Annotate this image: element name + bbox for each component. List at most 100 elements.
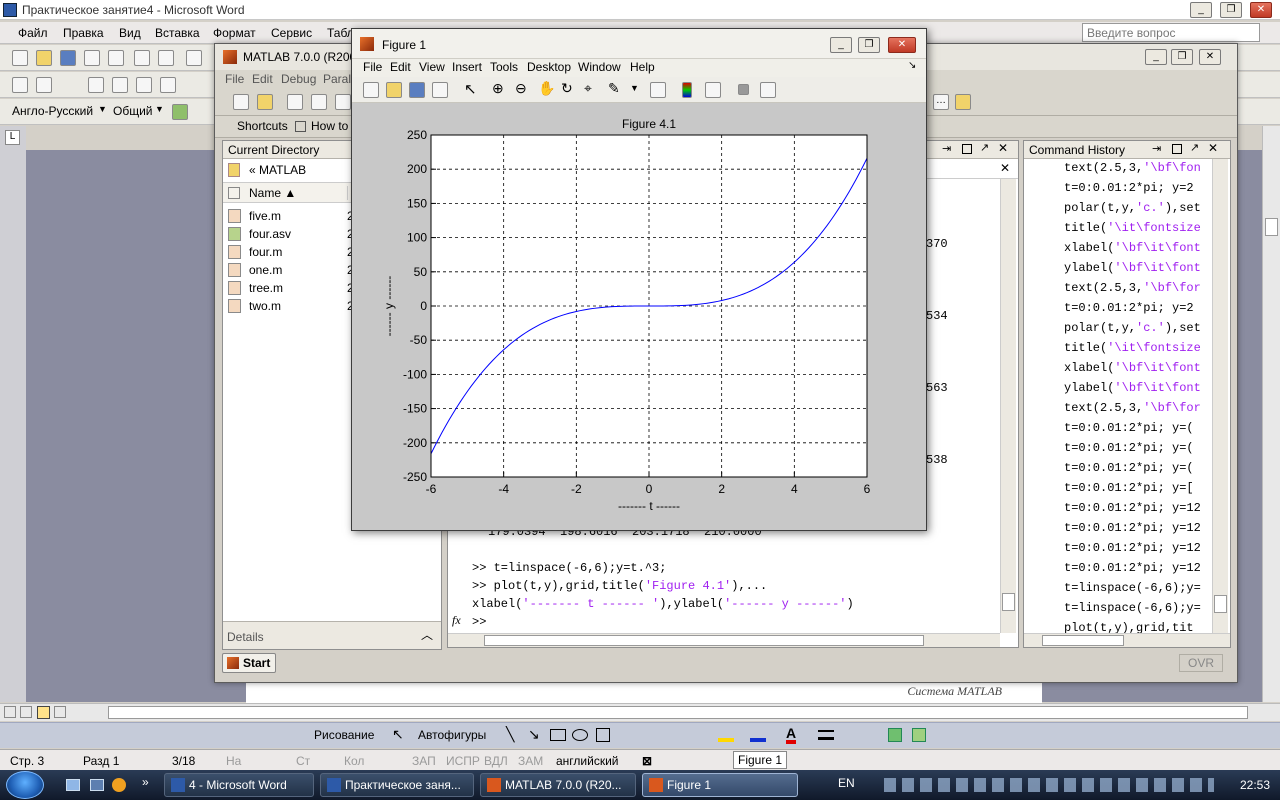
up-folder-icon[interactable] (955, 94, 971, 110)
history-item[interactable]: t=0:0.01:2*pi; y=[ (1064, 481, 1194, 495)
spelling-icon[interactable] (186, 50, 202, 66)
switch-windows-icon[interactable] (90, 779, 104, 791)
combo-field-icon[interactable] (136, 77, 152, 93)
history-item[interactable]: t=linspace(-6,6);y= (1064, 601, 1201, 615)
browse-dots-icon[interactable]: … (933, 94, 949, 110)
shadow-icon[interactable] (888, 728, 902, 742)
word-menu-table[interactable]: Табл (327, 26, 354, 40)
web-view-icon[interactable] (20, 706, 32, 718)
cw-hscroll-thumb[interactable] (484, 635, 924, 646)
status-ext[interactable]: ВДЛ (484, 754, 508, 768)
clock[interactable]: 22:53 (1240, 778, 1270, 792)
name-column-header[interactable]: Name ▲ (249, 186, 296, 200)
history-item[interactable]: t=0:0.01:2*pi; y=( (1064, 441, 1194, 455)
history-item[interactable]: t=0:0.01:2*pi; y=12 (1064, 561, 1201, 575)
command-prompt[interactable]: >> (472, 615, 486, 629)
email-icon[interactable] (108, 50, 124, 66)
history-item[interactable]: t=0:0.01:2*pi; y=12 (1064, 541, 1201, 555)
close-panel-icon[interactable]: ✕ (998, 141, 1008, 155)
zoom-in-icon[interactable]: ⊕ (492, 80, 504, 97)
figure-menu-tools[interactable]: Tools (490, 60, 518, 74)
history-vscroll-thumb[interactable] (1214, 595, 1227, 613)
fill-color-icon[interactable] (718, 728, 734, 742)
colorbar-icon[interactable] (682, 82, 692, 98)
language-indicator[interactable]: EN (838, 776, 855, 790)
taskbar-matlab-button[interactable]: MATLAB 7.0.0 (R20... (480, 773, 636, 797)
word-menu-insert[interactable]: Вставка (155, 26, 200, 40)
cw-vscroll-thumb[interactable] (1002, 593, 1015, 611)
zoom-out-icon[interactable]: ⊖ (515, 80, 527, 97)
word-vscroll-thumb[interactable] (1265, 218, 1278, 236)
legend-icon[interactable] (705, 82, 721, 98)
howto-link[interactable]: How to (311, 119, 348, 133)
word-menu-file[interactable]: Файл (18, 26, 48, 40)
rotate-3d-icon[interactable]: ↻ (561, 80, 573, 97)
taskbar-figure-button[interactable]: Figure 1 (642, 773, 798, 797)
history-item[interactable]: t=0:0.01:2*pi; y=( (1064, 421, 1194, 435)
history-item[interactable]: polar(t,y,'c.'),set (1064, 201, 1201, 215)
pointer-icon[interactable]: ↖ (392, 726, 404, 743)
fig-print-icon[interactable] (432, 82, 448, 98)
pan-icon[interactable]: ✋ (538, 80, 555, 97)
3d-icon[interactable] (912, 728, 926, 742)
figure-canvas[interactable]: -6 -4 -2 0 2 4 6 -250 -200 -150 -100 -50 0 50 100 150 20… (352, 104, 926, 530)
taskbar-word-button[interactable]: 4 - Microsoft Word (164, 773, 314, 797)
matlab-new-icon[interactable] (233, 94, 249, 110)
copy-icon[interactable] (311, 94, 327, 110)
history-item[interactable]: text(2.5,3,'\bf\for (1064, 401, 1201, 415)
new-doc-icon[interactable] (12, 50, 28, 66)
history-item[interactable]: t=0:0.01:2*pi; y=2 (1064, 301, 1194, 315)
save-icon[interactable] (60, 50, 76, 66)
word-maximize-button[interactable]: ❐ (1220, 2, 1242, 18)
line-style-icon[interactable] (818, 730, 834, 740)
status-rec[interactable]: ЗАП (412, 754, 436, 768)
matlab-menu-debug[interactable]: Debug (281, 72, 316, 86)
figure-menu-edit[interactable]: Edit (390, 60, 411, 74)
arrow-icon[interactable]: ↘ (528, 726, 540, 743)
figure-menu-view[interactable]: View (419, 60, 445, 74)
expand-up-icon[interactable]: ︿ (421, 626, 433, 643)
history-maximize-icon[interactable] (1172, 144, 1182, 154)
history-undock-icon[interactable]: ⇥ (1152, 142, 1161, 155)
general-dropdown[interactable]: Общий (113, 104, 153, 118)
figure-close-button[interactable]: ✕ (888, 37, 916, 53)
matlab-menu-edit[interactable]: Edit (252, 72, 273, 86)
cut-icon[interactable] (287, 94, 303, 110)
history-vscroll[interactable] (1212, 159, 1228, 633)
outline-view-icon[interactable] (54, 706, 66, 718)
fx-icon[interactable]: fx (452, 613, 461, 628)
history-item[interactable]: title('\it\fontsize (1064, 221, 1201, 235)
media-player-icon[interactable] (112, 778, 126, 792)
desktop-icon[interactable] (66, 779, 80, 791)
tray-icons[interactable] (884, 778, 1214, 792)
history-item[interactable]: title('\it\fontsize (1064, 341, 1201, 355)
line-icon[interactable]: ╲ (506, 726, 514, 743)
word-minimize-button[interactable]: _ (1190, 2, 1212, 18)
normal-view-icon[interactable] (4, 706, 16, 718)
matlab-open-icon[interactable] (257, 94, 273, 110)
fig-new-icon[interactable] (363, 82, 379, 98)
word-menu-edit[interactable]: Правка (63, 26, 104, 40)
maximize-panel-icon[interactable] (962, 144, 972, 154)
brush-dropdown-icon[interactable]: ▼ (630, 83, 639, 93)
history-item[interactable]: t=0:0.01:2*pi; y=2 (1064, 181, 1194, 195)
figure-menu-help[interactable]: Help (630, 60, 655, 74)
history-item[interactable]: polar(t,y,'c.'),set (1064, 321, 1201, 335)
close-subpanel-icon[interactable]: ✕ (1000, 161, 1010, 175)
history-item[interactable]: t=0:0.01:2*pi; y=12 (1064, 521, 1201, 535)
data-cursor-icon[interactable]: ⌖ (584, 80, 592, 97)
history-item[interactable]: t=0:0.01:2*pi; y=( (1064, 461, 1194, 475)
command-window-hscroll[interactable] (448, 633, 1000, 647)
autoshapes-menu[interactable]: Автофигуры (418, 728, 486, 742)
dictionary-dropdown[interactable]: Англо-Русский (12, 104, 93, 118)
word-menu-view[interactable]: Вид (119, 26, 141, 40)
history-item[interactable]: t=linspace(-6,6);y= (1064, 581, 1201, 595)
history-hscroll[interactable] (1024, 633, 1230, 647)
open-icon[interactable] (36, 50, 52, 66)
history-popout-icon[interactable]: ↗ (1190, 141, 1199, 154)
word-horizontal-scrollbar[interactable] (0, 703, 1280, 721)
help-search-input[interactable]: Введите вопрос (1082, 23, 1260, 42)
overflow-icon[interactable]: » (142, 775, 149, 789)
pop-out-icon[interactable]: ↗ (980, 141, 989, 154)
start-orb-icon[interactable] (6, 771, 44, 799)
